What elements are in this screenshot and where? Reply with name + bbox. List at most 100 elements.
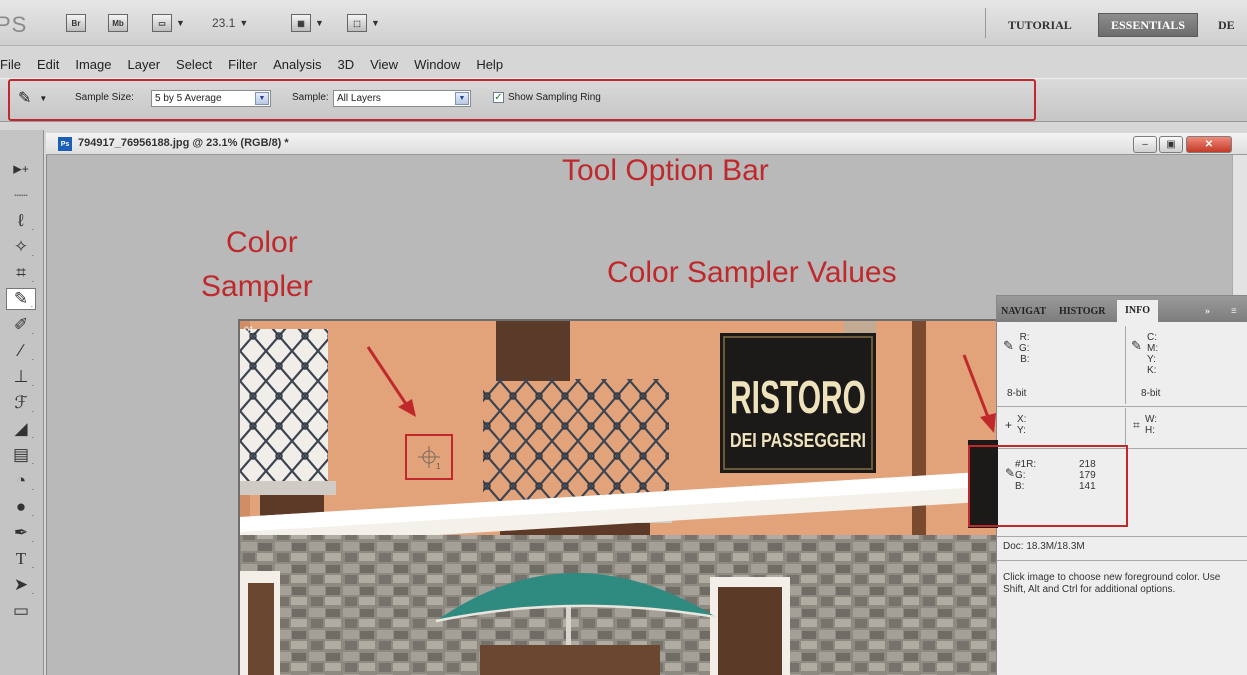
sign-line-2: DEI PASSEGGERI xyxy=(730,430,866,452)
move-tool-icon[interactable]: ▸ + xyxy=(6,158,36,180)
tools-panel: ▸ + ┄┄ ℓ. ✧. ⌗. ✎. ✐. ∕. ⊥. ℱ. ◢. ▤. ◔. ●… xyxy=(0,130,44,675)
marquee-tool-icon[interactable]: ┄┄ xyxy=(6,184,36,206)
minimize-button[interactable]: ‒ xyxy=(1133,136,1157,153)
canvas-corner-label: 01 xyxy=(244,325,254,335)
lasso-tool-icon[interactable]: ℓ. xyxy=(6,210,36,232)
sampler-values-highlight-box-top xyxy=(968,445,1128,527)
workspace-design[interactable]: DE xyxy=(1214,13,1239,37)
image-canvas[interactable]: RISTORO DEI PASSEGGERI 01 1 xyxy=(238,319,996,675)
menu-help[interactable]: Help xyxy=(468,57,511,72)
panel-menu-icon[interactable]: ≡ xyxy=(1227,303,1241,320)
chevron-down-icon: ▼ xyxy=(255,92,269,105)
doc-size: Doc: 18.3M/18.3M xyxy=(1003,541,1085,552)
cmyk-readout: C: M: Y: K: xyxy=(1147,332,1159,376)
tab-info[interactable]: INFO xyxy=(1117,300,1158,322)
menu-bar: File Edit Image Layer Select Filter Anal… xyxy=(0,52,511,76)
sample-select[interactable]: All Layers ▼ xyxy=(333,90,471,107)
maximize-button[interactable]: ▣ xyxy=(1159,136,1183,153)
bridge-icon: Br xyxy=(66,14,86,32)
checkmark-icon: ✓ xyxy=(493,92,504,103)
sample-value: All Layers xyxy=(337,93,381,104)
xy-readout: X: Y: xyxy=(1017,414,1027,436)
eraser-tool-icon[interactable]: ◢. xyxy=(6,418,36,440)
sample-size-value: 5 by 5 Average xyxy=(155,93,222,104)
arrange-documents-button[interactable]: ▦ ▼ xyxy=(291,12,324,34)
crop-tool-icon[interactable]: ⌗. xyxy=(6,262,36,284)
divider xyxy=(997,560,1247,561)
minibridge-icon: Mb xyxy=(108,14,128,32)
zoom-level-menu[interactable]: 23.1 ▼ xyxy=(212,12,248,34)
arrange-icon: ▦ xyxy=(291,14,311,32)
chevron-down-icon: ▼ xyxy=(176,18,185,28)
chevron-down-icon: ▼ xyxy=(315,18,324,28)
menu-file[interactable]: File xyxy=(0,57,29,72)
sample-size-label: Sample Size: xyxy=(75,92,134,103)
panel-collapse-icon[interactable]: » xyxy=(1201,303,1214,320)
ps-document-icon: Ps xyxy=(58,137,72,151)
application-bar: PS Br Mb ▭ ▼ 23.1 ▼ ▦ ▼ ⬚ ▼ TUTORIAL ESS… xyxy=(0,0,1247,46)
sign-line-1: RISTORO xyxy=(730,371,866,423)
menu-3d[interactable]: 3D xyxy=(329,57,362,72)
eyedropper-tool-icon[interactable]: ✎. xyxy=(6,288,36,310)
tab-histogram[interactable]: HISTOGR xyxy=(1055,303,1110,320)
zoom-level-value: 23.1 xyxy=(212,16,236,30)
ps-logo: PS xyxy=(0,12,28,37)
rgb-readout: R: G: B: xyxy=(1019,332,1030,365)
bit-depth-left: 8-bit xyxy=(1007,388,1027,399)
screen-mode-icon: ⬚ xyxy=(347,14,367,32)
show-sampling-ring-checkbox[interactable]: ✓ Show Sampling Ring xyxy=(493,92,601,103)
pen-tool-icon[interactable]: ✒. xyxy=(6,522,36,544)
document-title: 794917_76956188.jpg @ 23.1% (RGB/8) * xyxy=(78,137,289,149)
clone-stamp-tool-icon[interactable]: ⊥. xyxy=(6,366,36,388)
type-tool-icon[interactable]: T. xyxy=(6,548,36,570)
workspace-tutorial[interactable]: TUTORIAL xyxy=(996,13,1084,37)
screen-mode-button[interactable]: ⬚ ▼ xyxy=(347,12,380,34)
path-selection-tool-icon[interactable]: ➤. xyxy=(6,574,36,596)
crosshair-icon: + xyxy=(1005,418,1013,432)
menu-window[interactable]: Window xyxy=(406,57,468,72)
info-hint-text: Click image to choose new foreground col… xyxy=(1003,572,1221,595)
annotation-color: Color xyxy=(226,226,298,259)
brush-tool-icon[interactable]: ∕. xyxy=(6,340,36,362)
menu-filter[interactable]: Filter xyxy=(220,57,265,72)
wh-readout: W: H: xyxy=(1145,414,1158,436)
chevron-down-icon: ▼ xyxy=(371,18,380,28)
dimension-icon: ⌗ xyxy=(1133,418,1140,432)
tab-navigator[interactable]: NAVIGAT xyxy=(997,303,1050,320)
chevron-down-icon: ▼ xyxy=(239,18,249,28)
eyedropper-icon: ✎ xyxy=(1003,338,1014,353)
divider xyxy=(997,536,1247,537)
eyedropper-preset-icon[interactable]: ✎ ▼ xyxy=(18,88,47,108)
menu-view[interactable]: View xyxy=(362,57,406,72)
bit-depth-right: 8-bit xyxy=(1141,388,1161,399)
healing-brush-tool-icon[interactable]: ✐. xyxy=(6,314,36,336)
divider xyxy=(997,406,1247,407)
menu-edit[interactable]: Edit xyxy=(29,57,67,72)
quick-selection-tool-icon[interactable]: ✧. xyxy=(6,236,36,258)
annotation-tool-option-bar: Tool Option Bar xyxy=(562,154,769,187)
gradient-tool-icon[interactable]: ▤. xyxy=(6,444,36,466)
menu-image[interactable]: Image xyxy=(67,57,119,72)
building-photo: RISTORO DEI PASSEGGERI 01 1 xyxy=(240,321,996,675)
view-extras-icon: ▭ xyxy=(152,14,172,32)
dodge-tool-icon[interactable]: ●. xyxy=(6,496,36,518)
chevron-down-icon: ▼ xyxy=(455,92,469,105)
svg-text:1: 1 xyxy=(436,462,441,471)
workspace-essentials[interactable]: ESSENTIALS xyxy=(1098,13,1199,37)
show-sampling-ring-label: Show Sampling Ring xyxy=(508,92,601,103)
sample-size-select[interactable]: 5 by 5 Average ▼ xyxy=(151,90,271,107)
view-extras-button[interactable]: ▭ ▼ xyxy=(152,12,185,34)
history-brush-tool-icon[interactable]: ℱ. xyxy=(6,392,36,414)
menu-select[interactable]: Select xyxy=(168,57,220,72)
annotation-sampler: Sampler xyxy=(201,270,313,303)
close-button[interactable]: ✕ xyxy=(1186,136,1232,153)
annotation-color-sampler-values: Color Sampler Values xyxy=(607,256,897,289)
bridge-button[interactable]: Br xyxy=(66,12,86,34)
blur-tool-icon[interactable]: ◔. xyxy=(6,470,36,492)
menu-analysis[interactable]: Analysis xyxy=(265,57,329,72)
rectangle-tool-icon[interactable]: ▭ xyxy=(6,600,36,622)
sample-label: Sample: xyxy=(292,92,329,103)
menu-layer[interactable]: Layer xyxy=(120,57,169,72)
minibridge-button[interactable]: Mb xyxy=(108,12,128,34)
divider xyxy=(985,8,986,38)
